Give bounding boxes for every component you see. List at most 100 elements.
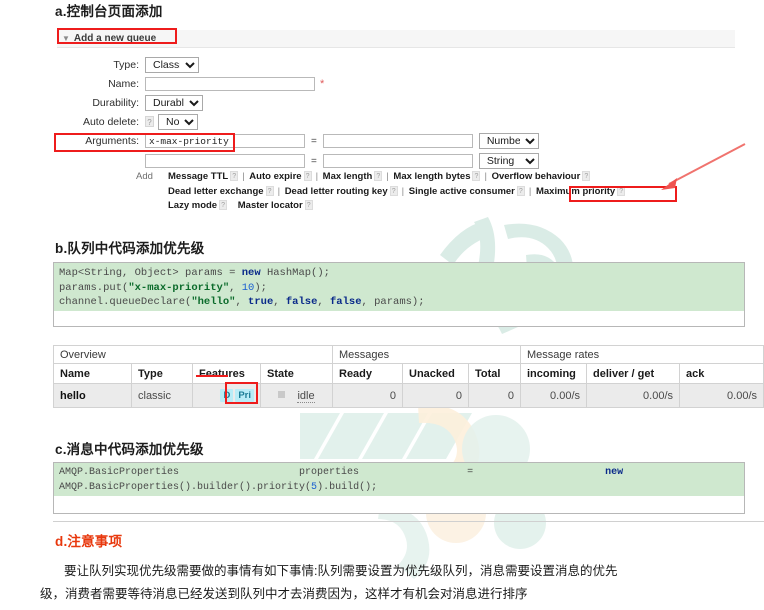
col-features[interactable]: Features xyxy=(192,363,261,384)
code-c-l2-c: ).build(); xyxy=(317,481,378,493)
code-b-l2-d: 10 xyxy=(241,281,255,294)
preset-lazy-mode[interactable]: Lazy mode xyxy=(168,200,217,211)
preset-single-active-consumer[interactable]: Single active consumer xyxy=(409,186,515,197)
code-block-c: AMQP.BasicProperties properties = new AM… xyxy=(53,462,745,514)
red-arrow-annotation xyxy=(655,140,750,197)
cell-type: classic xyxy=(131,383,193,408)
col-incoming[interactable]: incoming xyxy=(520,363,587,384)
code-b-l3-g: , xyxy=(317,296,330,308)
type-select[interactable]: Classic xyxy=(145,56,199,73)
sep-6: | xyxy=(401,185,405,197)
table-row[interactable]: hello classic D Pri idle 0 0 0 0.00/s 0.0… xyxy=(53,383,764,408)
preset-dead-letter-exchange[interactable]: Dead letter exchange xyxy=(168,186,264,197)
auto-delete-select[interactable]: No xyxy=(158,113,198,130)
form-row-name: Name: * xyxy=(57,74,757,93)
priority-badge-highlight xyxy=(225,382,258,404)
code-b-l3-b: "hello" xyxy=(191,296,236,308)
preset-row-3: Lazy mode? Master locator? xyxy=(136,199,627,214)
argument-type-select-1[interactable]: Number xyxy=(478,133,539,149)
help-icon-message-ttl[interactable]: ? xyxy=(230,171,239,181)
col-name[interactable]: Name xyxy=(53,363,132,384)
col-state[interactable]: State xyxy=(260,363,333,384)
type-label: Type: xyxy=(113,58,139,71)
preset-max-length-bytes[interactable]: Max length bytes xyxy=(393,171,470,182)
section-divider xyxy=(53,521,764,522)
code-block-c-content: AMQP.BasicProperties properties = new AM… xyxy=(54,463,744,496)
help-icon-dead-letter-routing-key[interactable]: ? xyxy=(389,185,398,196)
argument-value-input-2[interactable] xyxy=(322,154,473,168)
add-argument-label[interactable]: Add xyxy=(136,170,153,185)
section-b-title: b.队列中代码添加优先级 xyxy=(55,241,205,256)
argument-type-select-2[interactable]: String xyxy=(478,153,539,169)
help-icon-lazy-mode[interactable]: ? xyxy=(219,200,228,210)
cell-name[interactable]: hello xyxy=(53,383,132,408)
code-c-l1-b: new xyxy=(605,467,624,478)
col-total[interactable]: Total xyxy=(468,363,521,384)
col-type[interactable]: Type xyxy=(131,363,193,384)
auto-delete-label: Auto delete: xyxy=(82,115,139,128)
cell-ack: 0.00/s xyxy=(679,383,764,408)
table-header-row: Name Type Features State Ready Unacked T… xyxy=(53,363,764,384)
help-icon-master-locator[interactable]: ? xyxy=(304,200,313,210)
code-b-l3-i: , params); xyxy=(361,296,425,308)
add-queue-form: Type: Classic Name: * Durability: Durabl… xyxy=(57,55,757,171)
col-ack[interactable]: ack xyxy=(679,363,764,384)
col-deliver-get[interactable]: deliver / get xyxy=(586,363,680,384)
section-c-title: c.消息中代码添加优先级 xyxy=(55,442,204,457)
col-unacked[interactable]: Unacked xyxy=(402,363,469,384)
sep-3: | xyxy=(386,171,389,182)
section-d-title: d.注意事项 xyxy=(55,534,123,549)
arg-equals-2: = xyxy=(311,155,317,167)
sep-1: | xyxy=(242,171,245,182)
code-c-l1-a: AMQP.BasicProperties properties = xyxy=(59,467,606,478)
form-row-auto-delete: Auto delete: ? No xyxy=(57,112,757,131)
argument-key-input-2[interactable] xyxy=(145,154,305,168)
help-icon-overflow-behaviour[interactable]: ? xyxy=(582,171,591,181)
preset-master-locator[interactable]: Master locator xyxy=(238,200,303,211)
help-icon-auto-expire[interactable]: ? xyxy=(303,171,312,181)
add-queue-header-highlight xyxy=(57,28,177,44)
code-block-b: Map<String, Object> params = new HashMap… xyxy=(53,262,745,327)
queues-table: Overview Messages Message rates Name Typ… xyxy=(53,345,764,408)
code-b-l3-d: true xyxy=(248,296,274,308)
name-input[interactable] xyxy=(145,76,315,91)
code-b-l3-f: false xyxy=(285,296,318,308)
cell-state: idle xyxy=(260,383,333,408)
code-block-b-content: Map<String, Object> params = new HashMap… xyxy=(54,263,744,311)
notes-paragraph-line-1: 要让队列实现优先级需要做的事情有如下事情:队列需要设置为优先级队列，消息需要设置… xyxy=(64,564,618,578)
code-b-l2-a: params.put( xyxy=(59,281,129,294)
preset-dead-letter-routing-key[interactable]: Dead letter routing key xyxy=(285,186,388,197)
durability-select[interactable]: Durable xyxy=(145,94,203,111)
group-message-rates: Message rates xyxy=(520,345,764,364)
form-row-type: Type: Classic xyxy=(57,55,757,74)
name-label: Name: xyxy=(108,77,139,90)
help-icon-max-length-bytes[interactable]: ? xyxy=(472,171,481,181)
cell-deliver-get: 0.00/s xyxy=(586,383,680,408)
sep-2: | xyxy=(315,171,319,182)
code-b-l3-h: false xyxy=(330,296,362,308)
argument-presets: Add Message TTL? | Auto expire? | Max leng… xyxy=(136,170,627,214)
state-indicator-icon xyxy=(278,390,286,398)
group-overview: Overview xyxy=(53,345,333,364)
col-ready[interactable]: Ready xyxy=(332,363,403,384)
durability-label: Durability: xyxy=(92,96,139,109)
code-b-l2-e: ); xyxy=(254,281,267,294)
sep-4: | xyxy=(484,171,487,182)
cell-unacked: 0 xyxy=(402,383,469,408)
preset-auto-expire[interactable]: Auto expire xyxy=(249,171,301,182)
help-icon-single-active-consumer[interactable]: ? xyxy=(516,185,525,196)
code-b-l3-c: , xyxy=(235,296,249,308)
argument-value-input-1[interactable] xyxy=(322,134,473,148)
preset-max-length[interactable]: Max length xyxy=(323,171,373,182)
name-required-mark: * xyxy=(320,77,325,90)
code-b-l2-b: "x-max-priority" xyxy=(128,281,230,294)
auto-delete-help-icon[interactable]: ? xyxy=(145,116,154,127)
preset-overflow-behaviour[interactable]: Overflow behaviour xyxy=(492,171,581,182)
cell-total: 0 xyxy=(468,383,521,408)
add-queue-panel-header[interactable]: ▼ Add a new queue xyxy=(57,28,735,48)
sep-7: | xyxy=(528,185,532,197)
help-icon-dead-letter-exchange[interactable]: ? xyxy=(265,185,274,196)
help-icon-max-length[interactable]: ? xyxy=(374,171,383,181)
preset-message-ttl[interactable]: Message TTL xyxy=(168,171,228,182)
sep-5: | xyxy=(277,185,281,197)
